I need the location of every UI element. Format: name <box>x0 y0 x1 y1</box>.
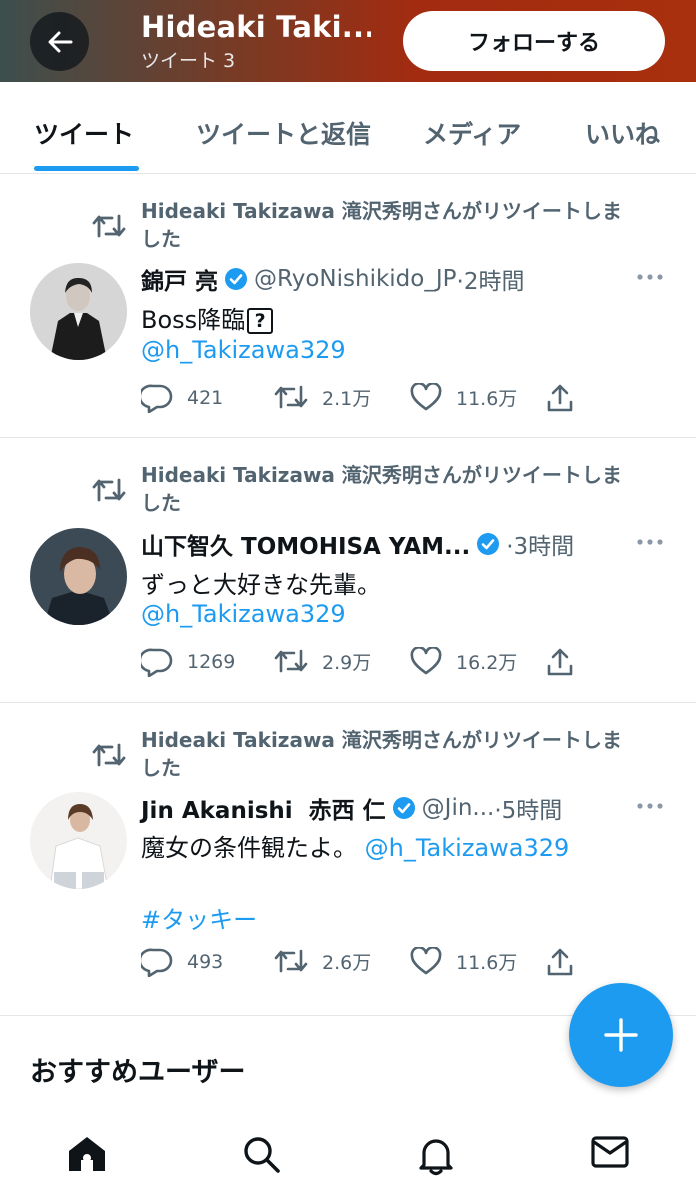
unknown-glyph-icon: ? <box>247 308 274 334</box>
mention-link[interactable]: @h_Takizawa329 <box>141 336 346 364</box>
follow-button[interactable]: フォローする <box>403 11 665 71</box>
retweet-button[interactable]: 2.6万 <box>274 947 371 975</box>
active-tab-indicator <box>34 166 139 171</box>
tweet-header: 錦戸 亮 @RyoNishikido_JP ·2時間 <box>141 262 524 296</box>
like-count: 11.6万 <box>456 951 518 974</box>
recommended-users-heading: おすすめユーザー <box>30 1057 246 1088</box>
search-icon <box>244 1137 280 1173</box>
plus-icon <box>604 1018 638 1052</box>
reply-count: 1269 <box>187 651 236 673</box>
tweet[interactable]: Hideaki Takizawa 滝沢秀明さんがリツイートしま した 錦戸 亮 … <box>0 175 696 438</box>
retweet-icon <box>274 649 308 673</box>
nav-messages[interactable] <box>590 1134 630 1174</box>
nav-search[interactable] <box>241 1134 281 1178</box>
avatar[interactable] <box>30 263 127 360</box>
arrow-left-icon <box>48 31 72 52</box>
nav-home[interactable] <box>66 1134 108 1178</box>
reply-icon <box>141 648 173 677</box>
mention-link[interactable]: @h_Takizawa329 <box>365 834 570 862</box>
tweet-header: 山下智久 TOMOHISA YAM... ·3時間 <box>141 527 574 561</box>
retweet-count: 2.9万 <box>322 651 372 674</box>
retweet-button[interactable]: 2.1万 <box>274 383 371 411</box>
retweet-context: Hideaki Takizawa 滝沢秀明さんがリツイートしま した <box>141 728 622 780</box>
heart-icon <box>410 383 442 411</box>
reply-button[interactable]: 493 <box>141 947 223 977</box>
tweet-text: ずっと大好きな先輩。 <box>141 571 381 599</box>
more-options-icon[interactable] <box>636 538 664 546</box>
profile-tabs: ツイート ツイートと返信 メディア いいね <box>0 82 696 174</box>
author-name[interactable]: Jin Akanishi 赤西 仁 <box>141 791 386 825</box>
back-button[interactable] <box>30 12 89 71</box>
bottom-navigation <box>0 1110 696 1200</box>
mention-link[interactable]: @h_Takizawa329 <box>141 600 346 628</box>
reply-button[interactable]: 421 <box>141 383 223 413</box>
home-icon <box>69 1137 105 1171</box>
reply-count: 493 <box>187 951 224 973</box>
retweet-context: Hideaki Takizawa 滝沢秀明さんがリツイートしま した <box>141 199 622 251</box>
tab-tweets-and-replies[interactable]: ツイートと返信 <box>196 115 371 151</box>
like-count: 11.6万 <box>456 387 518 410</box>
more-options-icon[interactable] <box>636 802 664 810</box>
author-handle[interactable]: @Jin... <box>422 795 495 821</box>
retweet-count: 2.6万 <box>322 951 372 974</box>
retweet-icon <box>274 949 308 973</box>
retweet-indicator-icon <box>92 478 126 502</box>
reply-count: 421 <box>187 387 224 409</box>
share-icon <box>547 948 573 976</box>
retweet-indicator-icon <box>92 214 126 238</box>
header-title: Hideaki Taki... <box>141 10 371 44</box>
tweet-time: ·3時間 <box>506 534 575 560</box>
tab-likes[interactable]: いいね <box>585 115 660 151</box>
retweet-button[interactable]: 2.9万 <box>274 647 371 675</box>
reply-icon <box>141 384 173 413</box>
author-handle[interactable]: @RyoNishikido_JP <box>254 266 457 292</box>
tab-media[interactable]: メディア <box>423 115 521 151</box>
avatar[interactable] <box>30 528 127 625</box>
verified-badge-icon <box>224 267 248 291</box>
hashtag-link[interactable]: #タッキー <box>141 900 257 935</box>
retweet-indicator-icon <box>92 743 126 767</box>
like-count: 16.2万 <box>456 651 518 674</box>
retweet-context: Hideaki Takizawa 滝沢秀明さんがリツイートしま した <box>141 463 622 515</box>
tweet-actions: 493 2.6万 11.6万 <box>141 947 601 977</box>
share-button[interactable] <box>546 383 588 413</box>
share-button[interactable] <box>546 947 588 977</box>
author-name[interactable]: 錦戸 亮 <box>141 262 218 296</box>
nav-notifications[interactable] <box>416 1134 456 1180</box>
like-button[interactable]: 11.6万 <box>410 383 517 411</box>
avatar[interactable] <box>30 792 127 889</box>
tweet-time: ·2時間 <box>456 269 525 295</box>
more-options-icon[interactable] <box>636 273 664 281</box>
share-icon <box>547 384 573 412</box>
mail-icon <box>591 1136 629 1168</box>
compose-tweet-button[interactable] <box>569 983 673 1087</box>
tweet[interactable]: Hideaki Takizawa 滝沢秀明さんがリツイートしま した Jin A… <box>0 704 696 1016</box>
profile-header: Hideaki Taki... ツイート 3 フォローする <box>0 0 696 82</box>
tweet-actions: 1269 2.9万 16.2万 <box>141 647 601 677</box>
verified-badge-icon <box>392 796 416 820</box>
tweet-text: 魔女の条件観たよ。 @h_Takizawa329 <box>141 834 570 862</box>
bell-icon <box>419 1139 453 1176</box>
retweet-icon <box>274 385 308 409</box>
share-button[interactable] <box>546 647 588 677</box>
tab-tweets[interactable]: ツイート <box>34 115 134 151</box>
tweet[interactable]: Hideaki Takizawa 滝沢秀明さんがリツイートしま した 山下智久 … <box>0 439 696 703</box>
verified-badge-icon <box>476 532 500 556</box>
retweet-count: 2.1万 <box>322 387 372 410</box>
author-name[interactable]: 山下智久 TOMOHISA YAM... <box>141 527 470 561</box>
share-icon <box>547 648 573 676</box>
tweet-header: Jin Akanishi 赤西 仁 @Jin... ·5時間 <box>141 791 562 825</box>
like-button[interactable]: 16.2万 <box>410 647 517 675</box>
reply-button[interactable]: 1269 <box>141 647 235 677</box>
tweet-time: ·5時間 <box>494 798 563 824</box>
heart-icon <box>410 947 442 975</box>
tweet-text: Boss降臨? <box>141 300 274 335</box>
like-button[interactable]: 11.6万 <box>410 947 517 975</box>
tweet-actions: 421 2.1万 11.6万 <box>141 383 601 413</box>
reply-icon <box>141 948 173 977</box>
header-tweet-count: ツイート 3 <box>141 50 236 72</box>
heart-icon <box>410 647 442 675</box>
